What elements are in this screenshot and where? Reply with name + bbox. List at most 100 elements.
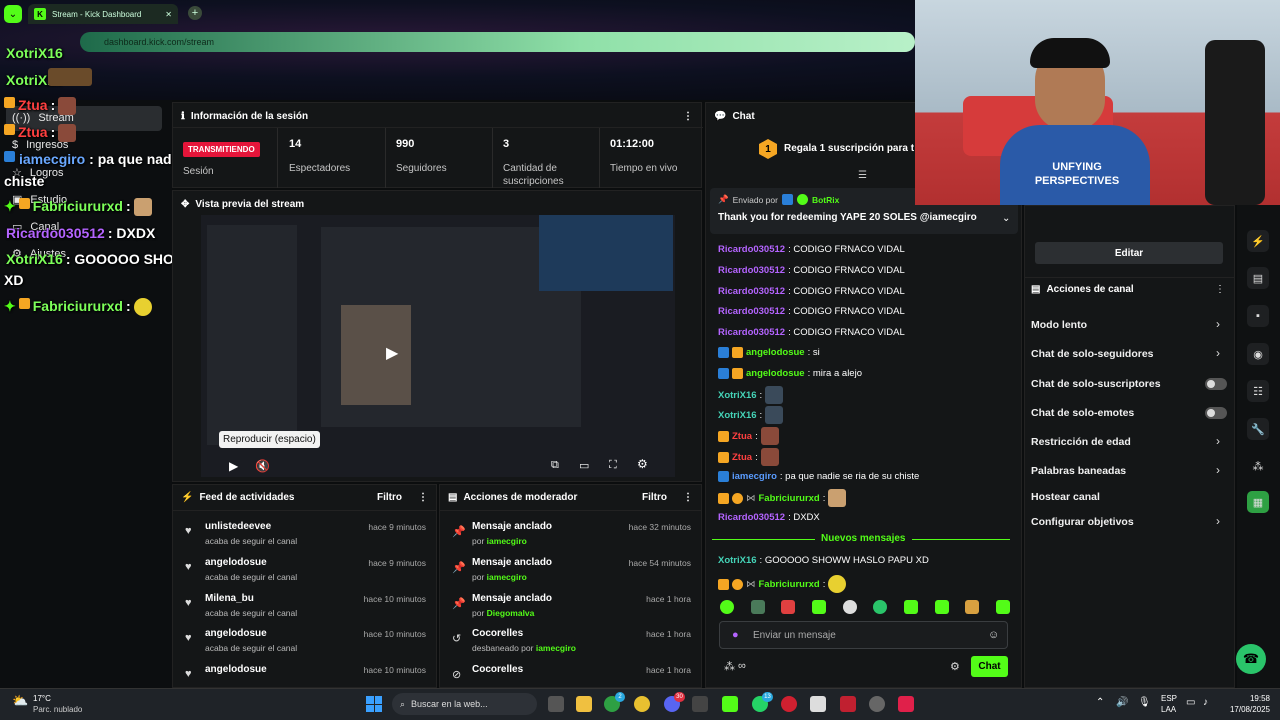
chat-input[interactable]: ● Enviar un mensaje ☺: [719, 621, 1008, 649]
chat-user[interactable]: Ricardo030512: [718, 306, 785, 317]
play-center-icon[interactable]: ▶: [386, 343, 398, 363]
action-age-restriction[interactable]: Restricción de edad: [1031, 436, 1131, 448]
opera-icon[interactable]: [781, 696, 797, 712]
chat-user[interactable]: Ricardo030512: [718, 265, 785, 276]
taskbar-search[interactable]: ⌕ Buscar en la web...: [392, 693, 537, 715]
chevron-right-icon[interactable]: ›: [1216, 434, 1220, 448]
chat-user[interactable]: Ricardo030512: [718, 327, 785, 338]
new-tab-icon[interactable]: +: [188, 6, 202, 20]
lang-code2[interactable]: LAA: [1161, 705, 1176, 714]
settings-app-icon[interactable]: [692, 696, 708, 712]
chat-user[interactable]: Ricardo030512: [718, 512, 785, 523]
emoji-icon[interactable]: ☺: [988, 629, 999, 641]
chat-user[interactable]: angelodosue: [746, 347, 805, 358]
speaker-icon[interactable]: ♪: [1203, 697, 1208, 708]
chevron-right-icon[interactable]: ›: [1216, 346, 1220, 360]
chat-user[interactable]: Fabriciururxd: [759, 493, 820, 504]
mod-user[interactable]: iamecgiro: [536, 643, 576, 653]
emote-1-icon[interactable]: [720, 600, 734, 614]
chat-user[interactable]: Ricardo030512: [718, 286, 785, 297]
mod-filter-button[interactable]: Filtro: [642, 492, 667, 503]
mute-icon[interactable]: 🔇: [255, 459, 270, 473]
feed-filter-button[interactable]: Filtro: [377, 492, 402, 503]
emote-10-icon[interactable]: [995, 600, 1010, 614]
fullscreen-icon[interactable]: ⛶: [609, 459, 617, 472]
edit-button[interactable]: Editar: [1035, 242, 1223, 264]
chat-input-placeholder[interactable]: Enviar un mensaje: [753, 630, 836, 641]
explorer-icon[interactable]: [576, 696, 592, 712]
feed-user[interactable]: angelodosue: [205, 664, 267, 675]
action-goals[interactable]: Configurar objetivos: [1031, 516, 1134, 528]
chat-user[interactable]: Fabriciururxd: [759, 579, 820, 590]
mod-action[interactable]: Cocorelles: [472, 628, 523, 639]
chat-user[interactable]: Ztua: [732, 431, 752, 442]
chrome-icon[interactable]: [634, 696, 650, 712]
chat-bubble-icon[interactable]: ▪: [1247, 305, 1269, 327]
clock-time[interactable]: 19:58: [1246, 694, 1270, 703]
emote-9-icon[interactable]: [965, 600, 980, 614]
chat-user[interactable]: XotriX16: [718, 555, 757, 566]
lang-code[interactable]: ESP: [1161, 694, 1177, 703]
url-bar[interactable]: dashboard.kick.com/stream: [80, 32, 915, 52]
chevron-right-icon[interactable]: ›: [1216, 463, 1220, 477]
more-icon[interactable]: ⋮: [683, 492, 693, 503]
chat-user[interactable]: Ztua: [732, 452, 752, 463]
bolt-icon[interactable]: ⚡: [1247, 230, 1269, 252]
settings-icon[interactable]: ⚙: [637, 457, 648, 471]
url-text[interactable]: dashboard.kick.com/stream: [104, 37, 214, 47]
send-chat-button[interactable]: Chat: [971, 656, 1008, 677]
layout-icon[interactable]: ☷: [1247, 380, 1269, 402]
action-banned-words[interactable]: Palabras baneadas: [1031, 465, 1126, 477]
chat-user[interactable]: XotriX16: [718, 410, 757, 421]
emote-7-icon[interactable]: [903, 600, 918, 614]
clock-date[interactable]: 17/08/2025: [1224, 705, 1270, 714]
feed-user[interactable]: angelodosue: [205, 628, 267, 639]
chat-user[interactable]: angelodosue: [746, 368, 805, 379]
green-app-icon[interactable]: ▦: [1247, 491, 1269, 513]
search-placeholder[interactable]: Buscar en la web...: [411, 699, 488, 709]
pip-icon[interactable]: ⧉: [551, 459, 559, 472]
kick-icon[interactable]: [722, 696, 738, 712]
pinned-user[interactable]: BotRix: [812, 195, 839, 205]
mod-action[interactable]: Cocorelles: [472, 664, 523, 675]
tab-menu-icon[interactable]: ⌄: [4, 5, 22, 23]
action-followers-only[interactable]: Chat de solo-seguidores: [1031, 348, 1154, 360]
mod-user[interactable]: iamecgiro: [487, 536, 527, 546]
emote-8-icon[interactable]: [934, 600, 949, 614]
browser-tab[interactable]: K Stream - Kick Dashboard ✕: [28, 4, 178, 24]
action-slow-mode[interactable]: Modo lento: [1031, 319, 1087, 331]
obs-icon[interactable]: [840, 696, 856, 712]
volume-icon[interactable]: 🔊: [1116, 697, 1128, 708]
filter-icon[interactable]: ☰: [858, 170, 867, 181]
chevron-down-icon[interactable]: ⌄: [1002, 213, 1010, 224]
gift-banner[interactable]: Regala 1 suscripción para tomar: [784, 143, 914, 154]
feed-user[interactable]: angelodosue: [205, 557, 267, 568]
emote-3-icon[interactable]: [781, 600, 796, 614]
task-view-icon[interactable]: [548, 696, 564, 712]
more-icon[interactable]: ⋮: [683, 111, 693, 122]
emote-4-icon[interactable]: [811, 600, 826, 614]
feed-user[interactable]: Milena_bu: [205, 593, 254, 604]
more-icon[interactable]: ⋮: [1215, 284, 1225, 295]
video-player[interactable]: ▶ Reproducir (espacio) ▶ 🔇 ⧉ ▭ ⛶ ⚙: [201, 215, 675, 477]
app-icon[interactable]: [810, 696, 826, 712]
mic-icon[interactable]: ●: [732, 629, 739, 641]
emote-5-icon[interactable]: [842, 600, 857, 614]
emote-2-icon[interactable]: [750, 600, 765, 614]
infinity-icon[interactable]: ∞: [738, 660, 746, 672]
network-icon[interactable]: ▭: [1186, 697, 1195, 708]
wrench-icon[interactable]: 🔧: [1247, 418, 1269, 440]
support-icon[interactable]: ☎: [1236, 644, 1266, 674]
subs-only-toggle[interactable]: [1205, 378, 1227, 390]
document-icon[interactable]: ▤: [1247, 267, 1269, 289]
play-icon[interactable]: ▶: [229, 459, 238, 473]
close-icon[interactable]: ✕: [165, 10, 172, 19]
tiktok-icon[interactable]: [898, 696, 914, 712]
theater-icon[interactable]: ▭: [579, 459, 589, 472]
chat-user[interactable]: iamecgiro: [732, 471, 777, 482]
mod-user[interactable]: iamecgiro: [487, 572, 527, 582]
app2-icon[interactable]: [869, 696, 885, 712]
chevron-right-icon[interactable]: ›: [1216, 514, 1220, 528]
activity-icon[interactable]: ⁂: [1247, 455, 1269, 477]
chevron-right-icon[interactable]: ›: [1216, 317, 1220, 331]
